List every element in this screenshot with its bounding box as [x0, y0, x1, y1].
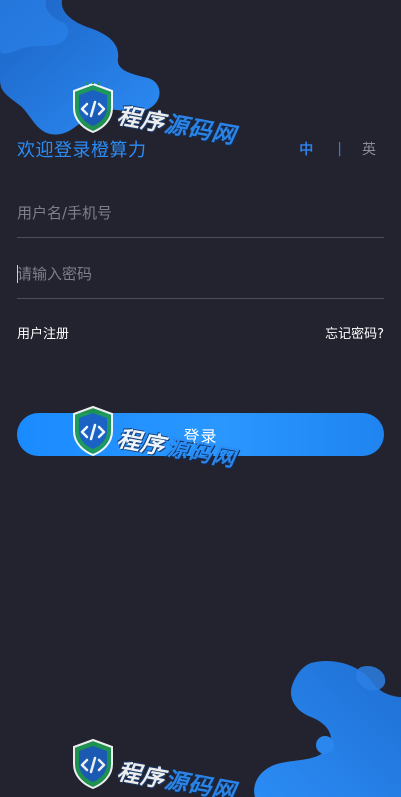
bottom-decorative-blob — [254, 661, 401, 797]
top-decorative-blob — [0, 0, 160, 135]
login-header: 欢迎登录橙算力 中 | 英 — [17, 135, 384, 163]
watermark-text-part2: 源码网 — [162, 767, 238, 797]
watermark-text-part1: 程序 — [115, 759, 168, 794]
register-link[interactable]: 用户注册 — [17, 323, 69, 342]
watermark-text: 程序源码网 — [115, 752, 239, 797]
password-input[interactable] — [17, 252, 384, 296]
forgot-password-link[interactable]: 忘记密码? — [325, 323, 384, 342]
language-chinese-option[interactable]: 中 — [299, 139, 313, 159]
language-english-option[interactable]: 英 — [362, 139, 376, 159]
username-input[interactable] — [17, 191, 384, 235]
language-separator: | — [337, 141, 342, 157]
welcome-title: 欢迎登录橙算力 — [17, 140, 147, 161]
login-page: 欢迎登录橙算力 中 | 英 用户注册 忘记密码? 登录 程序源码网 — [0, 0, 401, 797]
shield-code-icon — [73, 738, 113, 790]
language-switch: 中 | 英 — [299, 139, 376, 159]
text-cursor — [17, 265, 18, 283]
auth-links: 用户注册 忘记密码? — [17, 322, 384, 342]
watermark: 程序源码网 — [70, 738, 238, 797]
login-button[interactable]: 登录 — [17, 413, 384, 456]
username-field — [17, 191, 384, 238]
password-field — [17, 252, 384, 299]
